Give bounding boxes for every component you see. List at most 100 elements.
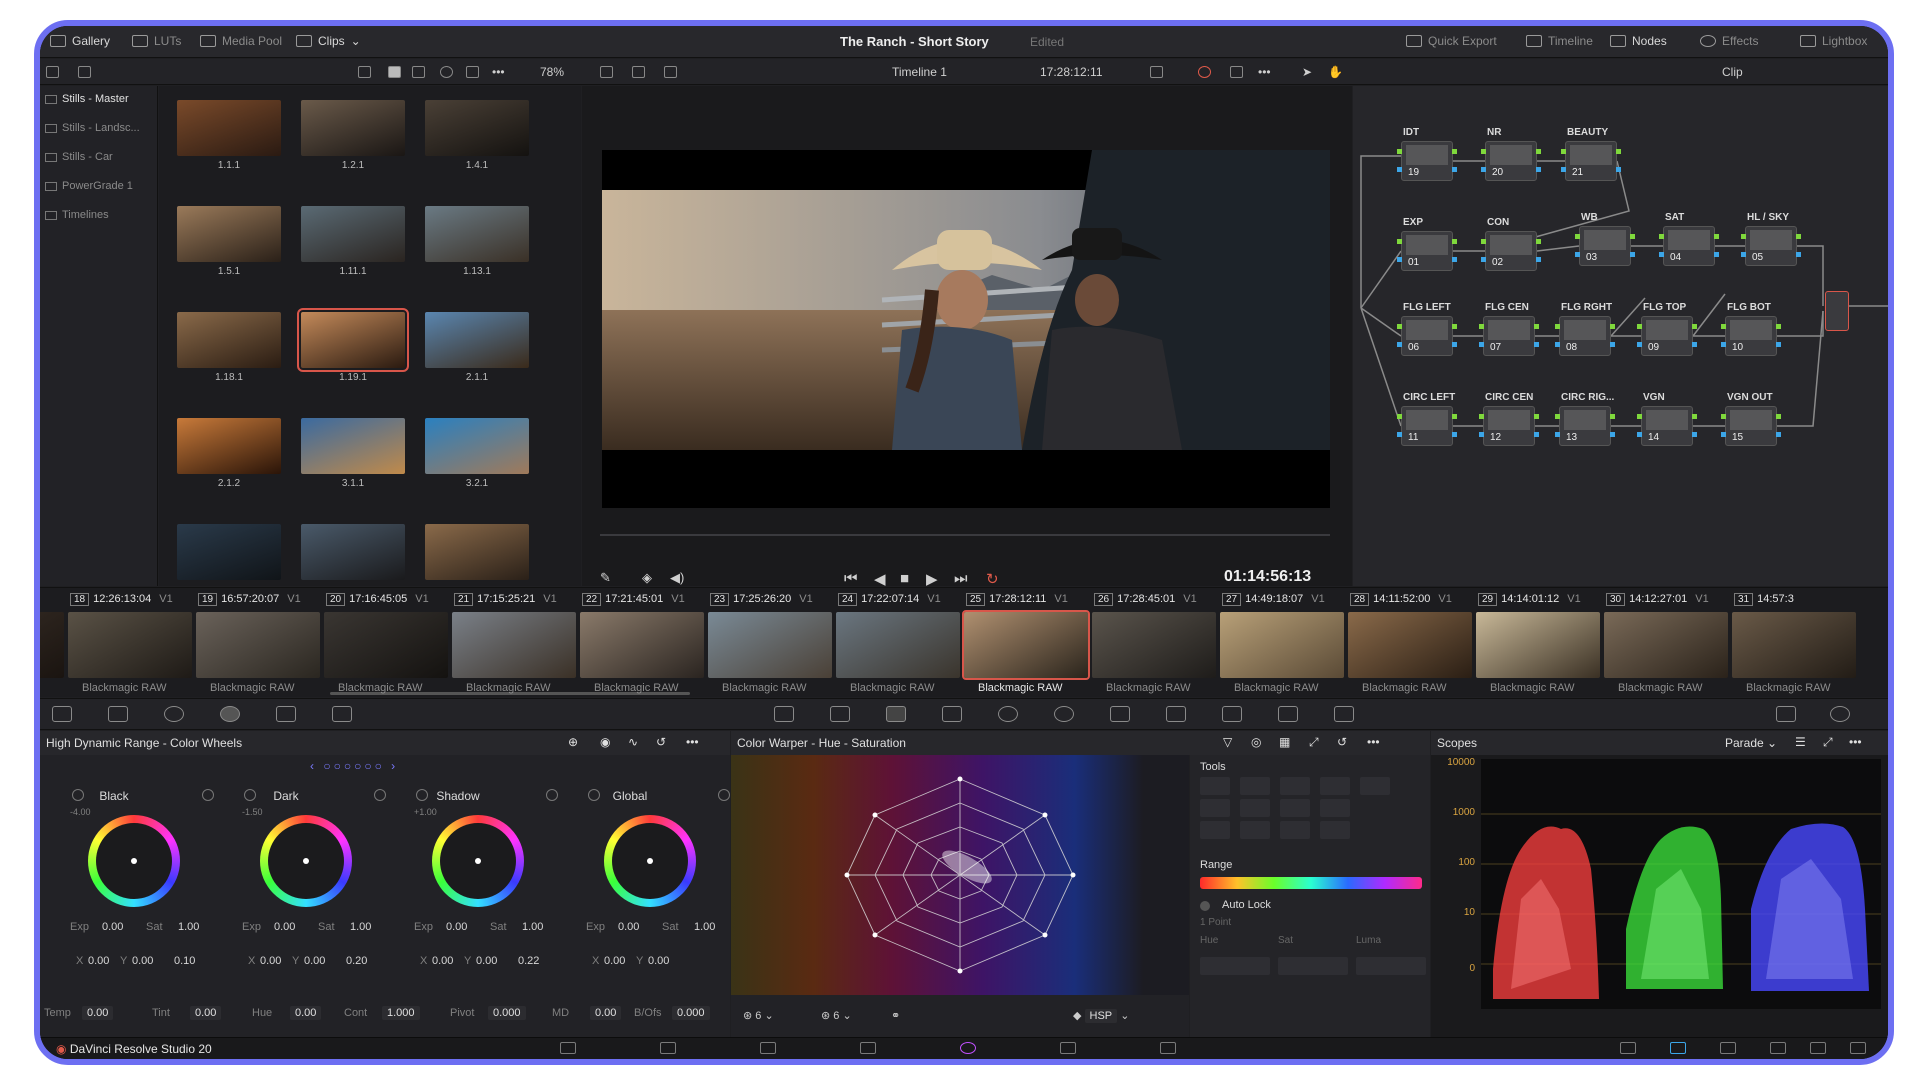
split-view-icon[interactable] xyxy=(632,66,645,78)
x-value[interactable]: 0.00 xyxy=(604,955,625,967)
y-value[interactable]: 0.00 xyxy=(132,955,153,967)
grid-a-selector[interactable]: ⊛ 6 ⌄ xyxy=(743,1009,774,1022)
node-output-key-port[interactable] xyxy=(1714,252,1719,257)
output-icon[interactable] xyxy=(1150,66,1163,78)
video-frame[interactable] xyxy=(602,150,1330,508)
sat-value[interactable]: 1.00 xyxy=(522,921,543,933)
deliver-page-icon[interactable] xyxy=(1160,1042,1176,1054)
curves-icon[interactable] xyxy=(774,706,794,722)
wheel-center-handle[interactable] xyxy=(303,858,309,864)
play-icon[interactable]: ▶ xyxy=(926,570,938,588)
node-output-port[interactable] xyxy=(1534,324,1539,329)
node-key-port[interactable] xyxy=(1555,432,1560,437)
import-icon[interactable] xyxy=(78,66,91,78)
node-key-port[interactable] xyxy=(1481,257,1486,262)
warper-more-icon[interactable]: ••• xyxy=(1367,735,1380,749)
3d-icon[interactable] xyxy=(1334,706,1354,722)
y-value[interactable]: 0.00 xyxy=(476,955,497,967)
warper-hue-icon[interactable]: ◎ xyxy=(1251,735,1261,749)
contract-tool-icon[interactable] xyxy=(1360,777,1390,795)
wheel-reset-icon[interactable] xyxy=(374,789,386,801)
scope-settings-icon[interactable]: ☰ xyxy=(1795,735,1806,749)
range-bar[interactable] xyxy=(1200,877,1422,889)
node-key-port[interactable] xyxy=(1637,342,1642,347)
warper-reset-icon[interactable]: ↺ xyxy=(1337,735,1347,749)
move-point-icon[interactable] xyxy=(1280,799,1310,817)
link-icon[interactable]: ⚭ xyxy=(891,1009,900,1022)
luts-tab[interactable]: LUTs xyxy=(132,34,181,48)
node-key-port[interactable] xyxy=(1397,167,1402,172)
sat-value[interactable]: 1.00 xyxy=(178,921,199,933)
grid-view-icon[interactable] xyxy=(388,66,401,78)
node-output-key-port[interactable] xyxy=(1616,167,1621,172)
wheel-center-handle[interactable] xyxy=(647,858,653,864)
node-input-port[interactable] xyxy=(1637,324,1642,329)
corrector-node[interactable]: 07 xyxy=(1483,316,1535,356)
wheel-mode-icon[interactable]: ◉ xyxy=(600,735,610,749)
clip-thumbnail[interactable] xyxy=(68,612,192,678)
magic-mask-icon[interactable] xyxy=(1110,706,1130,722)
still-thumbnail[interactable] xyxy=(177,206,281,262)
node-input-port[interactable] xyxy=(1481,149,1486,154)
param-value[interactable]: 0.00 xyxy=(190,1006,222,1020)
node-key-port[interactable] xyxy=(1561,167,1566,172)
chat-icon[interactable] xyxy=(1720,1042,1736,1054)
timeline-selector[interactable]: Timeline 1 xyxy=(892,65,947,79)
node-input-port[interactable] xyxy=(1721,324,1726,329)
node-output-key-port[interactable] xyxy=(1776,432,1781,437)
still-thumbnail[interactable] xyxy=(425,524,529,580)
volume-icon[interactable]: ◀) xyxy=(670,570,684,586)
node-key-port[interactable] xyxy=(1637,432,1642,437)
viewer-mode-icon[interactable] xyxy=(600,66,613,78)
corrector-node[interactable]: 08 xyxy=(1559,316,1611,356)
still-thumbnail[interactable] xyxy=(425,312,529,368)
param-value[interactable]: 0.00 xyxy=(82,1006,114,1020)
node-output-port[interactable] xyxy=(1776,324,1781,329)
node-output-key-port[interactable] xyxy=(1692,432,1697,437)
compare-icon[interactable] xyxy=(664,66,677,78)
still-thumbnail[interactable] xyxy=(301,206,405,262)
node-key-port[interactable] xyxy=(1721,342,1726,347)
still-thumbnail[interactable] xyxy=(177,100,281,156)
effects-toggle[interactable]: Effects xyxy=(1700,34,1758,48)
wheel-picker-icon[interactable] xyxy=(416,789,428,801)
pin-tool-icon[interactable] xyxy=(1240,777,1270,795)
node-output-key-port[interactable] xyxy=(1536,167,1541,172)
scopes-icon[interactable] xyxy=(1776,706,1796,722)
rgb-mixer-icon[interactable] xyxy=(276,706,296,722)
scope-mode-selector[interactable]: Parade ⌄ xyxy=(1725,736,1777,750)
clip-thumbnail[interactable] xyxy=(1604,612,1728,678)
node-output-key-port[interactable] xyxy=(1610,432,1615,437)
fairlight-page-icon[interactable] xyxy=(1060,1042,1076,1054)
clip-thumbnail[interactable] xyxy=(196,612,320,678)
playhead-scrubber[interactable] xyxy=(600,534,1330,536)
info-icon[interactable] xyxy=(1830,706,1850,722)
node-output-port[interactable] xyxy=(1776,414,1781,419)
zone-dots[interactable]: ‹ ○○○○○○ › xyxy=(310,759,398,773)
z-value[interactable]: 0.10 xyxy=(174,955,195,967)
node-key-port[interactable] xyxy=(1481,167,1486,172)
node-output-port[interactable] xyxy=(1692,324,1697,329)
select-tool-icon[interactable] xyxy=(1200,777,1230,795)
qualifier-icon[interactable] xyxy=(942,706,962,722)
corrector-node[interactable]: 09 xyxy=(1641,316,1693,356)
waveform-icon[interactable]: ∿ xyxy=(628,735,638,749)
color-space-selector[interactable]: ◆ HSP ⌄ xyxy=(1073,1009,1129,1023)
window-icon[interactable] xyxy=(998,706,1018,722)
album-item[interactable]: Stills - Car xyxy=(40,144,157,173)
sizing-icon[interactable] xyxy=(1278,706,1298,722)
go-to-start-icon[interactable]: ⏮ xyxy=(844,570,858,587)
still-thumbnail[interactable] xyxy=(425,206,529,262)
color-warper-icon[interactable] xyxy=(830,706,850,722)
x-value[interactable]: 0.00 xyxy=(260,955,281,967)
node-input-port[interactable] xyxy=(1397,324,1402,329)
fullscreen-icon[interactable] xyxy=(1230,66,1243,78)
search-icon[interactable] xyxy=(440,66,453,78)
unlock-icon[interactable] xyxy=(1240,821,1270,839)
corrector-node[interactable]: 05 xyxy=(1745,226,1797,266)
media-pool-tab[interactable]: Media Pool xyxy=(200,34,282,48)
layers-icon[interactable]: ◈ xyxy=(642,570,652,586)
corrector-node[interactable]: 13 xyxy=(1559,406,1611,446)
sort-icon[interactable] xyxy=(358,66,371,78)
wheel-picker-icon[interactable] xyxy=(72,789,84,801)
